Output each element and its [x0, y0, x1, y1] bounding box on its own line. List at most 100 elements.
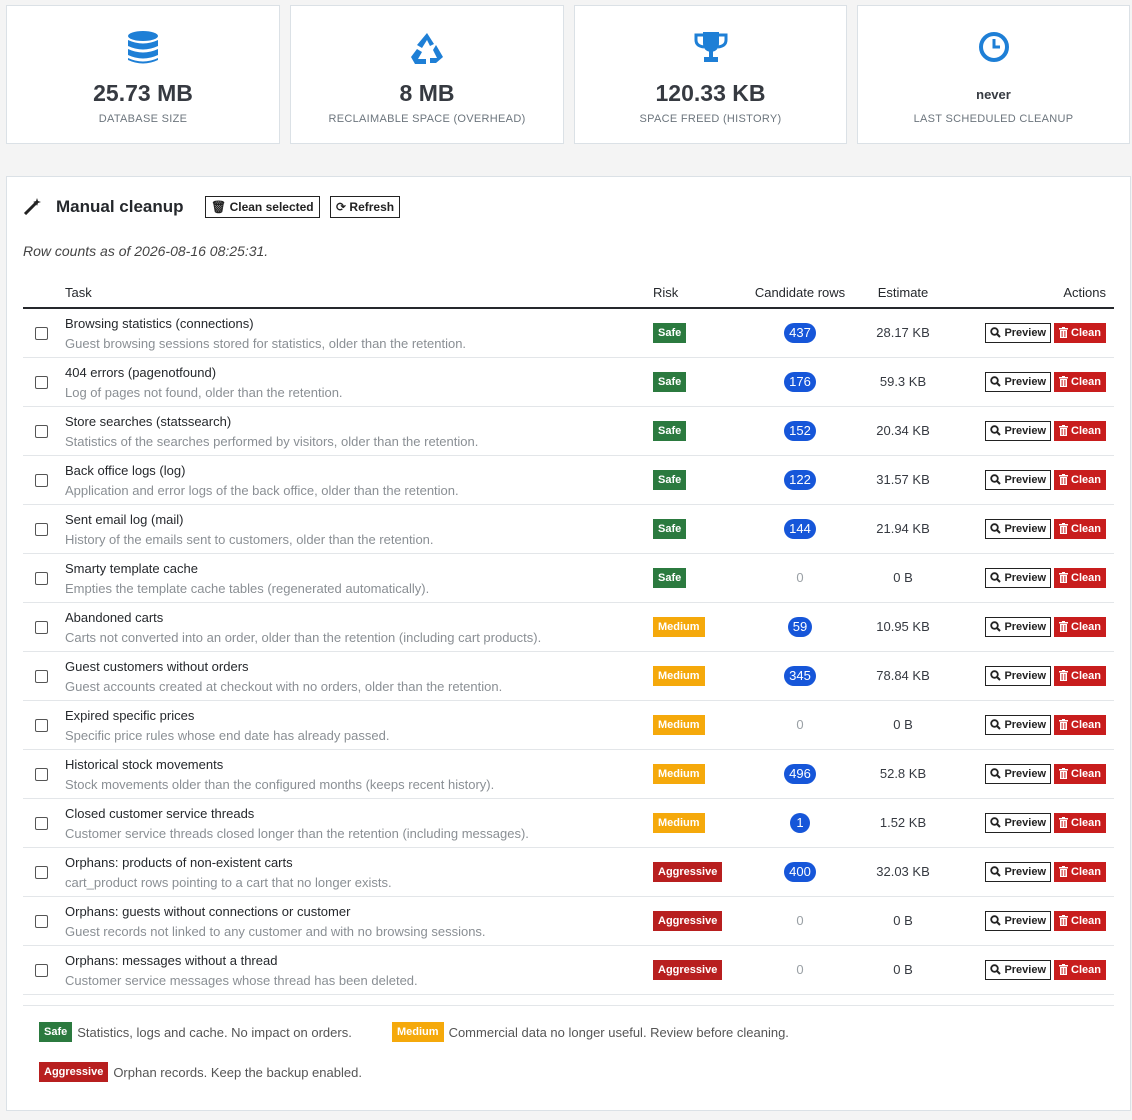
clean-button[interactable]: Clean	[1054, 959, 1106, 980]
preview-button[interactable]: Preview	[985, 322, 1052, 343]
risk-badge: Medium	[653, 715, 705, 735]
preview-button[interactable]: Preview	[985, 959, 1052, 980]
kpi-value: never	[976, 87, 1011, 102]
row-select-checkbox[interactable]	[35, 914, 48, 928]
risk-badge: Aggressive	[653, 862, 723, 882]
preview-button[interactable]: Preview	[985, 567, 1052, 588]
clean-button[interactable]: Clean	[1054, 861, 1106, 882]
clean-label: Clean	[1071, 963, 1101, 976]
candidate-count: 0	[796, 570, 804, 585]
clean-label: Clean	[1071, 669, 1101, 682]
row-select-checkbox[interactable]	[35, 571, 48, 585]
row-select-checkbox[interactable]	[35, 669, 48, 683]
clean-label: Clean	[1071, 620, 1101, 633]
clean-button[interactable]: Clean	[1054, 812, 1106, 833]
task-description: Application and error logs of the back o…	[65, 482, 459, 498]
clean-button[interactable]: Clean	[1054, 714, 1106, 735]
preview-button[interactable]: Preview	[985, 371, 1052, 392]
preview-button[interactable]: Preview	[985, 665, 1052, 686]
search-icon	[990, 327, 1002, 338]
row-select-checkbox[interactable]	[35, 718, 48, 732]
row-select-checkbox[interactable]	[35, 424, 48, 438]
size-estimate: 28.17 KB	[876, 325, 930, 340]
row-select-checkbox[interactable]	[35, 865, 48, 879]
task-description: History of the emails sent to customers,…	[65, 531, 434, 547]
risk-badge: Medium	[653, 666, 705, 686]
clean-selected-button[interactable]: 🗑 Clean selected	[205, 196, 320, 218]
candidate-count: 437	[784, 323, 816, 343]
refresh-button[interactable]: ⟳ Refresh	[330, 196, 401, 218]
clean-button[interactable]: Clean	[1054, 518, 1106, 539]
preview-button[interactable]: Preview	[985, 763, 1052, 784]
row-select-checkbox[interactable]	[35, 522, 48, 536]
row-counts-timestamp: Row counts as of 2026-08-16 08:25:31.	[23, 243, 269, 259]
row-select-checkbox[interactable]	[35, 963, 48, 977]
search-icon	[990, 964, 1002, 975]
clean-button[interactable]: Clean	[1054, 665, 1106, 686]
clean-button[interactable]: Clean	[1054, 420, 1106, 441]
task-name: Abandoned carts	[65, 609, 164, 625]
task-name: Orphans: guests without connections or c…	[65, 903, 351, 919]
clean-button[interactable]: Clean	[1054, 371, 1106, 392]
candidate-count: 0	[796, 717, 804, 732]
recycle-icon	[411, 33, 443, 64]
legend-text: Statistics, logs and cache. No impact on…	[77, 1024, 352, 1040]
preview-button[interactable]: Preview	[985, 469, 1052, 490]
risk-badge: Safe	[653, 323, 687, 343]
size-estimate: 10.95 KB	[876, 619, 930, 634]
preview-button[interactable]: Preview	[985, 910, 1052, 931]
preview-button[interactable]: Preview	[985, 420, 1052, 441]
clock-icon	[978, 32, 1009, 62]
clean-label: Clean	[1071, 473, 1101, 486]
kpi-value: 8 MB	[399, 80, 455, 106]
preview-button[interactable]: Preview	[985, 812, 1052, 833]
kpi-label: LAST SCHEDULED CLEANUP	[913, 113, 1074, 125]
table-row: Store searches (statssearch) Statistics …	[23, 406, 1114, 456]
clean-button[interactable]: Clean	[1054, 616, 1106, 637]
task-name: Back office logs (log)	[65, 462, 186, 478]
clean-button[interactable]: Clean	[1054, 567, 1106, 588]
clean-button[interactable]: Clean	[1054, 763, 1106, 784]
row-select-checkbox[interactable]	[35, 326, 48, 340]
risk-badge: Safe	[653, 519, 687, 539]
task-description: Guest accounts created at checkout with …	[65, 678, 503, 694]
row-select-checkbox[interactable]	[35, 816, 48, 830]
search-icon	[990, 621, 1002, 632]
preview-label: Preview	[1004, 865, 1047, 878]
row-select-checkbox[interactable]	[35, 620, 48, 634]
table-row: 404 errors (pagenotfound) Log of pages n…	[23, 357, 1114, 407]
preview-button[interactable]: Preview	[985, 616, 1052, 637]
preview-button[interactable]: Preview	[985, 861, 1052, 882]
legend-badge: Medium	[392, 1022, 444, 1042]
clean-label: Clean	[1071, 571, 1101, 584]
clean-button[interactable]: Clean	[1054, 910, 1106, 931]
trash-icon	[1059, 670, 1069, 682]
risk-badge: Safe	[653, 568, 687, 588]
preview-button[interactable]: Preview	[985, 518, 1052, 539]
row-select-checkbox[interactable]	[35, 375, 48, 389]
preview-label: Preview	[1004, 816, 1047, 829]
header-task: Task	[65, 277, 653, 309]
legend-badge: Safe	[39, 1022, 73, 1042]
candidate-count: 0	[796, 962, 804, 977]
clean-button[interactable]: Clean	[1054, 322, 1106, 343]
search-icon	[990, 719, 1002, 730]
clean-button[interactable]: Clean	[1054, 469, 1106, 490]
row-select-checkbox[interactable]	[35, 473, 48, 487]
risk-legend: Safe Statistics, logs and cache. No impa…	[23, 1005, 1114, 1096]
trash-icon	[1059, 817, 1069, 829]
header-select	[23, 277, 65, 309]
table-row: Sent email log (mail) History of the ema…	[23, 504, 1114, 554]
task-description: Guest records not linked to any customer…	[65, 923, 486, 939]
row-select-checkbox[interactable]	[35, 767, 48, 781]
panel-header: Manual cleanup 🗑 Clean selected ⟳ Refres…	[23, 195, 1114, 219]
preview-button[interactable]: Preview	[985, 714, 1052, 735]
preview-label: Preview	[1004, 620, 1047, 633]
kpi-value: 120.33 KB	[655, 80, 766, 106]
table-row: Historical stock movements Stock movemen…	[23, 749, 1114, 799]
trash-icon	[1059, 327, 1069, 339]
table-row: Orphans: messages without a thread Custo…	[23, 945, 1114, 995]
task-name: Historical stock movements	[65, 756, 224, 772]
task-name: 404 errors (pagenotfound)	[65, 364, 217, 380]
clean-label: Clean	[1071, 375, 1101, 388]
